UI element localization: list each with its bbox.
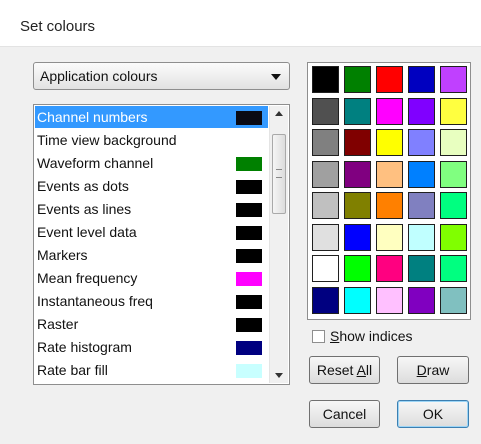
- draw-text-post: raw: [426, 362, 450, 378]
- palette-cell[interactable]: [376, 129, 403, 156]
- list-item-label: Raster: [37, 316, 79, 332]
- colour-swatch: [236, 226, 262, 240]
- colour-swatch: [236, 203, 262, 217]
- show-indices-checkbox[interactable]: [312, 330, 325, 343]
- scroll-down-arrow-icon[interactable]: [270, 367, 288, 383]
- palette-cell[interactable]: [344, 129, 371, 156]
- list-scrollbar[interactable]: [269, 106, 288, 383]
- list-item-label: Channel numbers: [37, 109, 148, 125]
- list-item[interactable]: Time view background: [35, 129, 268, 151]
- list-item[interactable]: Instantaneous freq: [35, 290, 268, 312]
- dropdown-value: Application colours: [40, 68, 158, 84]
- colour-swatch: [236, 318, 262, 332]
- list-item[interactable]: Raster: [35, 313, 268, 335]
- list-item-label: Events as lines: [37, 201, 132, 217]
- reset-all-text-pre: Reset: [316, 362, 357, 378]
- palette-cell[interactable]: [344, 97, 371, 125]
- reset-all-button[interactable]: Reset All: [309, 356, 380, 384]
- colour-set-dropdown[interactable]: Application colours: [33, 62, 290, 90]
- list-item-label: Event level data: [37, 224, 137, 240]
- palette-cell[interactable]: [440, 192, 467, 219]
- scroll-up-arrow-icon[interactable]: [270, 106, 288, 122]
- title-bar: Set colours: [0, 0, 481, 47]
- list-item-label: Waveform channel: [37, 155, 154, 171]
- palette-cell[interactable]: [344, 192, 371, 219]
- colour-palette: [307, 62, 471, 320]
- colour-swatch: [236, 180, 262, 194]
- list-item[interactable]: Event level data: [35, 221, 268, 243]
- show-indices-text-post: how indices: [339, 328, 413, 344]
- palette-cell[interactable]: [312, 66, 339, 93]
- scroll-thumb[interactable]: [272, 134, 286, 214]
- palette-cell[interactable]: [376, 192, 403, 219]
- draw-accel: D: [416, 362, 427, 378]
- palette-cell[interactable]: [440, 223, 467, 251]
- colour-swatch: [236, 111, 262, 125]
- list-item-label: Rate histogram: [37, 339, 132, 355]
- list-item-label: Instantaneous freq: [37, 293, 153, 309]
- list-item-label: Markers: [37, 247, 88, 263]
- colour-swatch: [236, 272, 262, 286]
- chevron-down-icon[interactable]: [271, 74, 281, 80]
- palette-cell[interactable]: [408, 223, 435, 251]
- palette-cell[interactable]: [312, 255, 339, 282]
- palette-cell[interactable]: [440, 97, 467, 125]
- palette-cell[interactable]: [376, 223, 403, 251]
- palette-cell[interactable]: [312, 97, 339, 125]
- palette-cell[interactable]: [312, 160, 339, 188]
- palette-cell[interactable]: [440, 255, 467, 282]
- palette-cell[interactable]: [376, 97, 403, 125]
- palette-cell[interactable]: [440, 66, 467, 93]
- show-indices-label[interactable]: Show indices: [330, 328, 413, 344]
- palette-cell[interactable]: [344, 160, 371, 188]
- list-item[interactable]: Markers: [35, 244, 268, 266]
- palette-cell[interactable]: [376, 286, 403, 314]
- palette-cell[interactable]: [440, 286, 467, 314]
- palette-cell[interactable]: [408, 160, 435, 188]
- list-item[interactable]: Rate bar fill: [35, 359, 268, 381]
- palette-cell[interactable]: [376, 66, 403, 93]
- list-item[interactable]: Waveform channel: [35, 152, 268, 174]
- ok-button[interactable]: OK: [397, 400, 469, 428]
- palette-cell[interactable]: [312, 129, 339, 156]
- list-item[interactable]: Mean frequency: [35, 267, 268, 289]
- colour-swatch: [236, 295, 262, 309]
- dialog-title: Set colours: [20, 18, 96, 35]
- show-indices-accel: S: [330, 328, 340, 344]
- list-item[interactable]: Channel numbers: [35, 106, 268, 128]
- palette-cell[interactable]: [440, 160, 467, 188]
- palette-cell[interactable]: [312, 192, 339, 219]
- colour-swatch: [236, 341, 262, 355]
- list-item-label: Time view background: [37, 132, 177, 148]
- list-item-label: Mean frequency: [37, 270, 138, 286]
- palette-cell[interactable]: [408, 192, 435, 219]
- palette-cell[interactable]: [344, 255, 371, 282]
- colour-swatch: [236, 364, 262, 378]
- colour-swatch: [236, 157, 262, 171]
- colour-item-list[interactable]: Rate bar fill Rate histogram Raster Instant…: [33, 104, 290, 385]
- list-item[interactable]: Rate histogram: [35, 336, 268, 358]
- palette-cell[interactable]: [408, 66, 435, 93]
- palette-cell[interactable]: [312, 223, 339, 251]
- list-item[interactable]: Events as dots: [35, 175, 268, 197]
- list-item-label: Events as dots: [37, 178, 129, 194]
- palette-cell[interactable]: [376, 255, 403, 282]
- cancel-button[interactable]: Cancel: [309, 400, 380, 428]
- palette-cell[interactable]: [408, 129, 435, 156]
- list-item-label: Rate bar fill: [37, 362, 108, 378]
- palette-cell[interactable]: [408, 286, 435, 314]
- palette-cell[interactable]: [344, 223, 371, 251]
- palette-cell[interactable]: [312, 286, 339, 314]
- palette-cell[interactable]: [440, 129, 467, 156]
- reset-all-text-post: ll: [365, 362, 373, 378]
- palette-cell[interactable]: [344, 286, 371, 314]
- palette-cell[interactable]: [344, 66, 371, 93]
- list-item[interactable]: Events as lines: [35, 198, 268, 220]
- draw-button[interactable]: Draw: [397, 356, 469, 384]
- palette-cell[interactable]: [408, 255, 435, 282]
- reset-all-accel: A: [356, 362, 366, 378]
- palette-cell[interactable]: [376, 160, 403, 188]
- palette-cell[interactable]: [408, 97, 435, 125]
- colour-swatch: [236, 249, 262, 263]
